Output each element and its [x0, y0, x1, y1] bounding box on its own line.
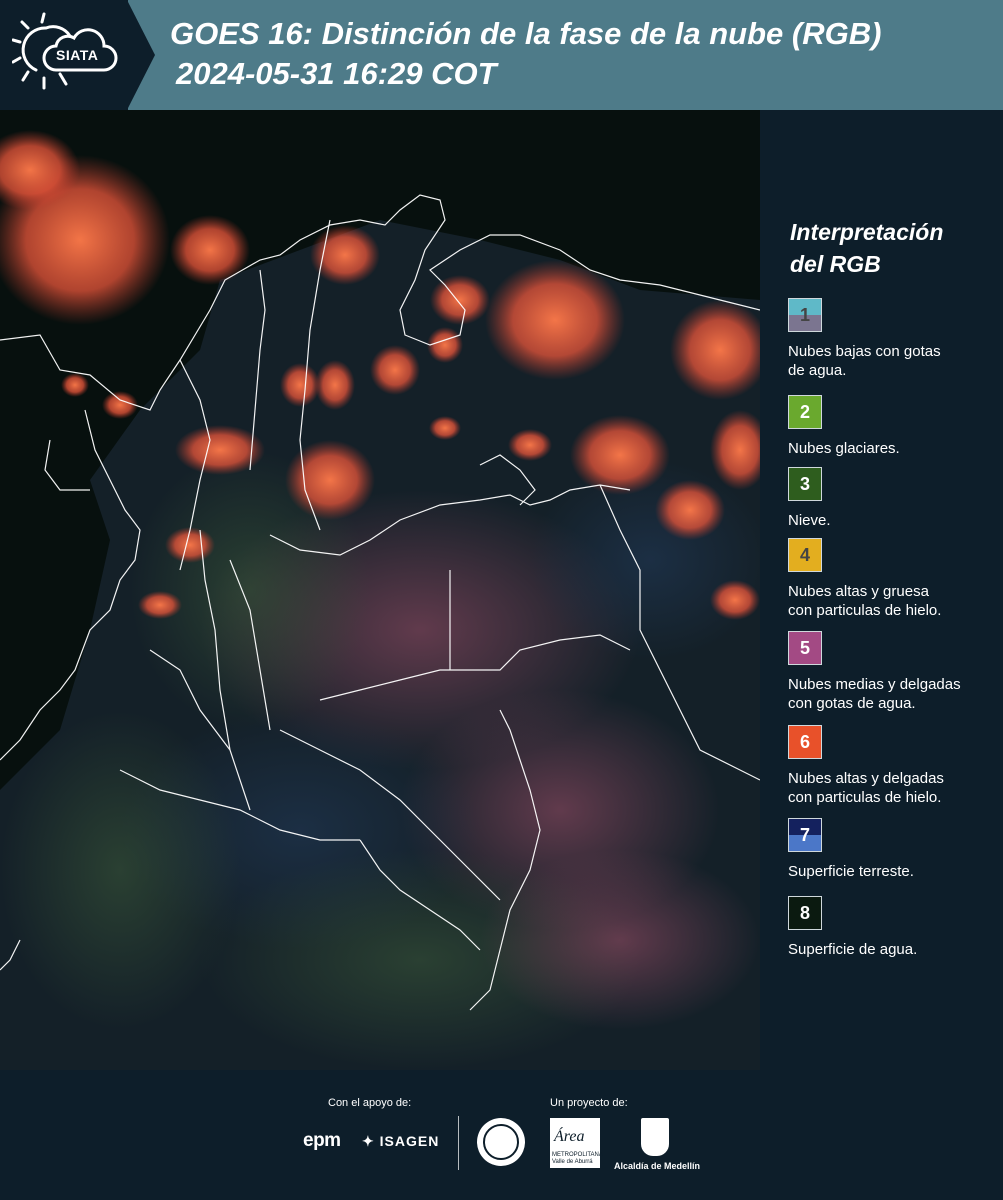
legend-swatch: 4 [788, 538, 822, 572]
legend-description: Nieve. [788, 511, 1000, 530]
legend-description: Nubes altas y gruesa con particulas de hi… [788, 582, 1000, 620]
page-timestamp: 2024-05-31 16:29 COT [176, 56, 497, 91]
legend-number: 6 [799, 732, 810, 752]
university-seal-icon [477, 1118, 525, 1166]
header-chevron [127, 0, 155, 110]
legend-item-2: 2 Nubes glaciares. [788, 395, 1000, 458]
legend-swatch: 5 [788, 631, 822, 665]
legend-description-line1: Nubes bajas con gotas [788, 343, 941, 360]
legend-item-4: 4 Nubes altas y gruesa con particulas de h… [788, 538, 1000, 620]
legend-description-line1: Nubes medias y delgadas [788, 676, 961, 693]
legend-item-5: 5 Nubes medias y delgadas con gotas de agu… [788, 631, 1000, 713]
legend-number: 8 [799, 903, 810, 923]
legend-description: Nubes medias y delgadas con gotas de agua… [788, 675, 1000, 713]
legend-description-line1: Superficie de agua. [788, 941, 918, 958]
legend-description-line2: de agua. [788, 362, 847, 379]
medellin-shield-icon [641, 1118, 669, 1156]
support-label: Con el apoyo de: [328, 1097, 412, 1109]
legend-description-line1: Nieve. [788, 512, 831, 529]
footer-divider [458, 1116, 459, 1170]
legend-swatch: 8 [788, 896, 822, 930]
legend-title: Interpretación del RGB [790, 216, 990, 280]
legend-item-3: 3 Nieve. [788, 467, 1000, 530]
legend-item-1: 1 Nubes bajas con gotas de agua. [788, 298, 1000, 380]
footer: Con el apoyo de: Un proyecto de: epm ✦ I… [0, 1070, 1003, 1200]
legend-description-line2: con gotas de agua. [788, 695, 916, 712]
legend-swatch: 2 [788, 395, 822, 429]
legend-description: Superficie de agua. [788, 940, 1000, 959]
legend-description: Superficie terreste. [788, 862, 1000, 881]
siata-logo: SIATA [0, 0, 128, 110]
legend-number: 3 [799, 474, 810, 494]
legend-swatch: 6 [788, 725, 822, 759]
legend-number: 4 [799, 545, 810, 565]
legend-swatch: 3 [788, 467, 822, 501]
legend-number: 2 [799, 402, 810, 422]
project-label: Un proyecto de: [550, 1097, 628, 1109]
legend-swatch: 7 [788, 818, 822, 852]
legend-title-line2: del RGB [790, 251, 881, 277]
rgb-composite-image [0, 110, 760, 1070]
legend-item-6: 6 Nubes altas y delgadas con particulas de… [788, 725, 1000, 807]
legend-description-line1: Superficie terreste. [788, 863, 914, 880]
alcaldia-label: Alcaldía de Medellín [614, 1161, 701, 1171]
legend-swatch: 1 [788, 298, 822, 332]
legend-description: Nubes altas y delgadas con particulas de … [788, 769, 1000, 807]
legend-item-8: 8 Superficie de agua. [788, 896, 1000, 959]
legend-item-7: 7 Superficie terreste. [788, 818, 1000, 881]
legend-panel: Interpretación del RGB 1 Nubes bajas con … [760, 110, 1003, 1070]
header-bar: SIATA GOES 16: Distinción de la fase de … [0, 0, 1003, 110]
isagen-logo: ✦ ISAGEN [362, 1133, 440, 1149]
legend-description-line2: con particulas de hielo. [788, 789, 942, 806]
legend-description-line2: con particulas de hielo. [788, 602, 942, 619]
logo-text: SIATA [56, 47, 99, 63]
area-metropolitana-logo: Área METROPOLITANA Valle de Aburrá [550, 1118, 603, 1168]
satellite-map[interactable] [0, 110, 760, 1070]
legend-description-line1: Nubes altas y delgadas [788, 770, 944, 787]
legend-description-line1: Nubes glaciares. [788, 440, 900, 457]
legend-description: Nubes glaciares. [788, 439, 1000, 458]
legend-description-line1: Nubes altas y gruesa [788, 583, 929, 600]
legend-title-line1: Interpretación [790, 219, 944, 245]
area-logo-subtitle: METROPOLITANA Valle de Aburrá [552, 1152, 603, 1165]
page-title: GOES 16: Distinción de la fase de la nub… [170, 16, 882, 51]
legend-number: 5 [799, 638, 810, 658]
area-logo-text: Área [554, 1128, 585, 1145]
legend-number: 7 [799, 825, 810, 845]
isagen-text: ISAGEN [379, 1133, 440, 1149]
legend-description: Nubes bajas con gotas de agua. [788, 342, 1000, 380]
epm-logo: epm [303, 1130, 341, 1151]
legend-number: 1 [799, 305, 810, 325]
